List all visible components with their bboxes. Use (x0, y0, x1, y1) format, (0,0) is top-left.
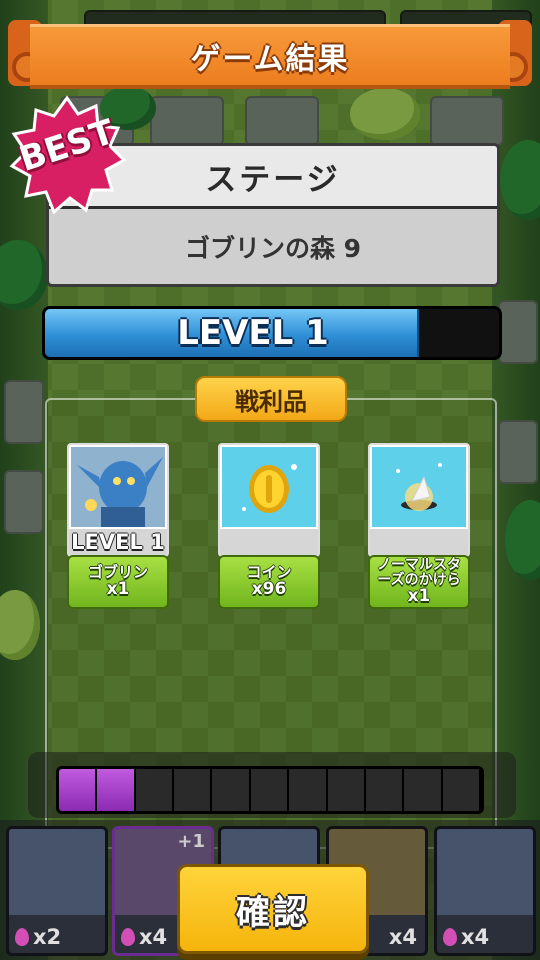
elixir-segment (365, 769, 405, 811)
card-level: +1 (177, 831, 205, 852)
card-count: x4 (388, 925, 417, 949)
loot-item-goblin[interactable]: LEVEL 1 ゴブリン x1 (67, 443, 169, 609)
elixir-segment (174, 769, 213, 811)
loot-item-name: ノーマルスターズのかけら (377, 557, 461, 589)
loot-item-image (218, 443, 320, 557)
elixir-progress-bar (56, 766, 484, 814)
star-fragment-icon (372, 447, 466, 527)
loot-item-tag: ゴブリン x1 (67, 555, 169, 609)
card-portrait-icon (9, 829, 105, 915)
card-portrait-icon (437, 829, 533, 915)
loot-item-caption: LEVEL 1 (69, 529, 167, 555)
loot-item-caption (220, 529, 318, 555)
loot-item-caption (370, 529, 468, 555)
loot-item-image (368, 443, 470, 557)
stage-name: ゴブリンの森 9 (184, 233, 362, 263)
loot-item-coin[interactable]: コイン x96 (218, 443, 320, 609)
loot-item-star-fragment[interactable]: ノーマルスターズのかけら x1 (368, 443, 470, 609)
elixir-drop-icon (443, 928, 457, 946)
elixir-segment (289, 769, 328, 811)
card-count: x2 (33, 925, 62, 949)
loot-item-quantity: x96 (251, 578, 287, 599)
elixir-segment (404, 769, 443, 811)
result-title: ゲーム結果 (190, 42, 350, 77)
loot-item-image: LEVEL 1 (67, 443, 169, 557)
stage-heading: ステージ (205, 161, 341, 198)
goblin-portrait-icon (71, 447, 165, 527)
card-slot: x4 (434, 826, 536, 956)
card-count: x4 (139, 925, 168, 949)
elixir-segment (212, 769, 251, 811)
confirm-button[interactable]: 確認 (177, 864, 369, 954)
elixir-segment (97, 769, 136, 811)
level-label: LEVEL 1 (177, 313, 329, 353)
elixir-segment (59, 769, 98, 811)
gold-coin-icon (222, 447, 316, 527)
elixir-segment (442, 769, 481, 811)
elixir-drop-icon (121, 928, 135, 946)
loot-item-quantity: x1 (407, 585, 431, 606)
best-badge: BEST (6, 94, 128, 216)
level-progress-bar: LEVEL 1 (42, 306, 502, 360)
loot-title-tag: 戦利品 (195, 376, 347, 422)
loot-item-quantity: x1 (106, 578, 130, 599)
result-banner: ゲーム結果 (8, 18, 532, 89)
elixir-segment (135, 769, 175, 811)
loot-item-tag: コイン x96 (218, 555, 320, 609)
elixir-segment (327, 769, 366, 811)
elixir-segment (250, 769, 290, 811)
confirm-button-label: 確認 (236, 892, 310, 933)
loot-item-tag: ノーマルスターズのかけら x1 (368, 555, 470, 609)
elixir-drop-icon (15, 928, 29, 946)
card-slot: x2 (6, 826, 108, 956)
loot-title: 戦利品 (235, 387, 307, 416)
card-count: x4 (461, 925, 490, 949)
